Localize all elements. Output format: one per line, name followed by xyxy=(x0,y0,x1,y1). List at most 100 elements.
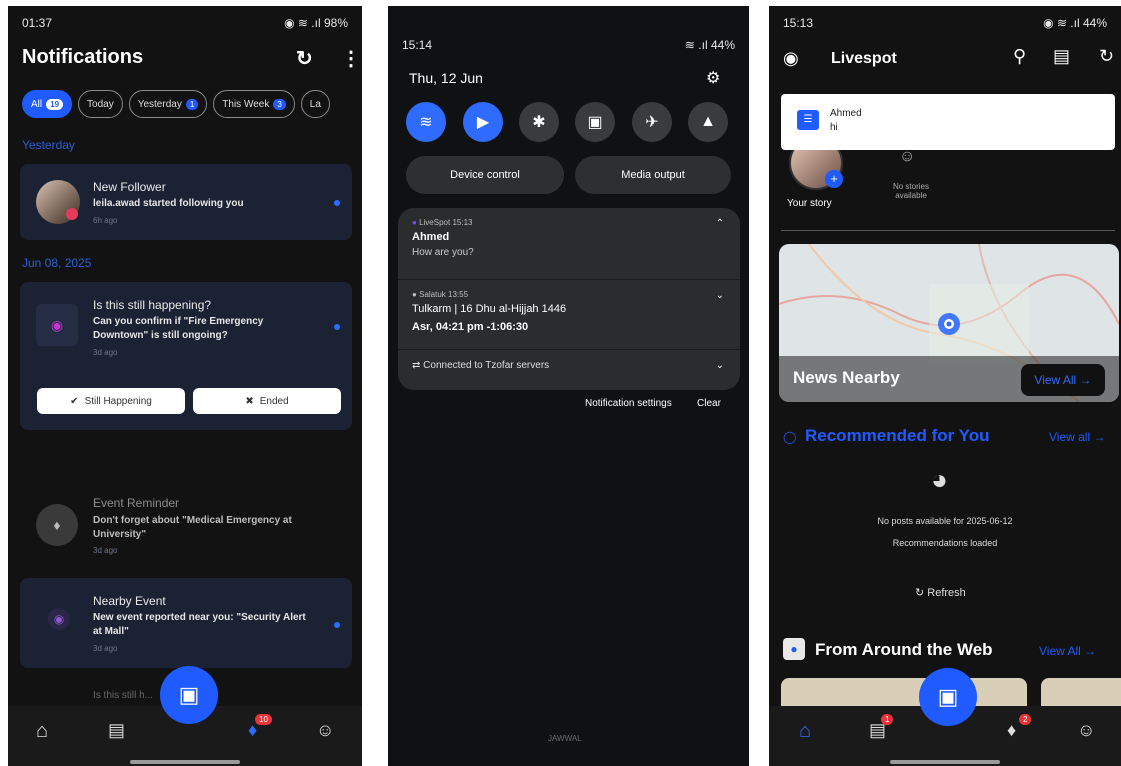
rotation-toggle[interactable]: ▣ xyxy=(575,102,615,142)
chat-badge: 1 xyxy=(881,714,894,725)
location-pin-icon: ◉ xyxy=(36,304,78,346)
flashlight-icon: ▲ xyxy=(700,113,716,130)
your-story-label: Your story xyxy=(787,198,832,209)
chip-last[interactable]: La xyxy=(300,90,330,118)
home-indicator xyxy=(130,760,240,764)
notification-body: Don't forget about "Medical Emergency at… xyxy=(93,515,292,540)
bell-badge: 2 xyxy=(1019,714,1032,725)
collapse-icon[interactable]: ⌃ xyxy=(716,218,724,229)
location-icon[interactable]: ◉ xyxy=(783,48,799,69)
salatuk-app-icon: ● xyxy=(412,290,417,299)
camera-button[interactable]: ▣ xyxy=(160,666,218,724)
loaded-label: Recommendations loaded xyxy=(892,538,998,548)
media-output-button[interactable]: Media output xyxy=(575,156,731,194)
notification-tzofar[interactable]: ⇄ Connected to Tzofar servers ⌄ xyxy=(398,350,740,390)
notification-time: 3d ago xyxy=(93,348,118,357)
wifi-icon: ≋ xyxy=(419,114,433,131)
notification-time: 3d ago xyxy=(93,546,118,555)
news-nearby-title: News Nearby xyxy=(793,368,900,387)
flashlight-toggle[interactable]: ▲ xyxy=(688,102,728,142)
camera-button[interactable]: ▣ xyxy=(919,668,977,726)
chip-yesterday[interactable]: Yesterday 1 xyxy=(128,90,208,118)
web-card[interactable] xyxy=(1041,678,1121,708)
news-view-all-button[interactable]: View All → xyxy=(1021,364,1105,396)
home-icon[interactable]: ⌂ xyxy=(36,720,48,743)
notification-salatuk[interactable]: ● Salatuk 13:55 Tulkarm | 16 Dhu al-Hijj… xyxy=(398,280,740,350)
notification-body: New event reported near you: "Security A… xyxy=(93,612,306,637)
airplane-toggle[interactable]: ✈ xyxy=(632,102,672,142)
home-icon[interactable]: ⌂ xyxy=(799,720,811,743)
sync-icon: ⇄ xyxy=(412,360,421,371)
app-title: Livespot xyxy=(831,50,897,67)
notification-livespot[interactable]: ● LiveSpot 15:13 Ahmed How are you? ⌃ xyxy=(398,208,740,280)
people-icon: ☺ xyxy=(899,148,916,165)
clear-button[interactable]: Clear xyxy=(697,398,721,409)
notification-body: leila.awad started following you xyxy=(93,198,244,209)
notification-title: Is this still h... xyxy=(93,690,154,701)
notification-title: Nearby Event xyxy=(93,594,166,608)
refresh-icon: ↻ xyxy=(915,587,925,599)
news-map[interactable]: News Nearby View All → xyxy=(779,244,1119,402)
notification-title: Ahmed xyxy=(412,231,450,243)
notification-card[interactable]: ♦ Event Reminder Don't forget about "Med… xyxy=(20,484,352,570)
chip-this-week[interactable]: This Week 3 xyxy=(213,90,295,118)
refresh-button[interactable]: ↻ Refresh xyxy=(915,586,966,599)
device-control-button[interactable]: Device control xyxy=(406,156,564,194)
chip-today[interactable]: Today xyxy=(78,90,123,118)
web-view-all[interactable]: View All → xyxy=(1039,644,1096,658)
sound-toggle[interactable]: ▶ xyxy=(463,102,503,142)
globe-icon: ● xyxy=(783,638,805,660)
add-story-icon[interactable]: + xyxy=(825,170,843,188)
chip-all[interactable]: All 19 xyxy=(22,90,73,118)
unread-dot xyxy=(334,200,340,206)
chat-icon[interactable]: ▤ xyxy=(108,720,125,741)
status-bar: 15:14 ≋ .ıl 44% xyxy=(388,28,749,62)
more-icon[interactable]: ⋮ xyxy=(341,46,361,71)
web-title: From Around the Web xyxy=(815,640,993,659)
recommended-title: Recommended for You xyxy=(805,426,990,445)
search-icon[interactable]: ⚲ xyxy=(1013,46,1026,67)
empty-posts-label: No posts available for 2025-06-12 xyxy=(877,516,1013,526)
recommended-view-all[interactable]: View all → xyxy=(1049,430,1105,444)
follow-badge-icon xyxy=(66,208,78,220)
empty-icon: ◕ xyxy=(931,464,948,495)
status-battery: ◉ ≋ .ıl 44% xyxy=(1043,16,1107,30)
message-icon: ☰ xyxy=(797,110,819,130)
expand-icon[interactable]: ⌄ xyxy=(716,360,724,371)
notification-card[interactable]: New Follower leila.awad started followin… xyxy=(20,164,352,240)
message-toast[interactable]: ☰ Ahmed hi xyxy=(781,94,1115,150)
refresh-icon[interactable]: ↻ xyxy=(1099,46,1114,67)
livespot-app-icon: ● xyxy=(412,218,417,227)
expand-icon[interactable]: ⌄ xyxy=(716,290,724,301)
notification-title: Event Reminder xyxy=(93,496,180,510)
wifi-toggle[interactable]: ≋ xyxy=(406,102,446,142)
web-card[interactable] xyxy=(781,678,1027,708)
ended-button[interactable]: ✖ Ended xyxy=(193,388,341,414)
refresh-icon[interactable]: ↻ xyxy=(296,46,313,71)
settings-icon[interactable]: ⚙ xyxy=(706,68,720,88)
section-yesterday: Yesterday xyxy=(22,138,75,152)
status-time: 15:13 xyxy=(783,16,814,30)
notification-card[interactable]: ◉ Nearby Event New event reported near y… xyxy=(20,578,352,668)
notification-group: ● LiveSpot 15:13 Ahmed How are you? ⌃ ● … xyxy=(398,208,740,390)
status-bar: 01:37 ◉ ≋ .ıl 98% xyxy=(8,6,362,40)
lock-icon: ▣ xyxy=(587,114,603,131)
profile-icon[interactable]: ☺ xyxy=(316,720,334,741)
speaker-icon: ▶ xyxy=(476,114,490,131)
calendar-icon[interactable]: ▤ xyxy=(1053,46,1070,67)
profile-icon[interactable]: ☺ xyxy=(1077,720,1095,741)
check-icon: ✔ xyxy=(70,395,79,407)
bluetooth-toggle[interactable]: ✱ xyxy=(519,102,559,142)
status-time: 15:14 xyxy=(402,38,433,52)
carrier-label: JAWWAL xyxy=(548,734,582,743)
toast-sender: Ahmed xyxy=(830,108,862,119)
still-happening-button[interactable]: ✔ Still Happening xyxy=(37,388,185,414)
bell-icon[interactable]: ♦ xyxy=(1007,720,1016,741)
notification-settings-button[interactable]: Notification settings xyxy=(585,398,672,409)
location-pin-icon: ◉ xyxy=(48,608,70,630)
notification-title: New Follower xyxy=(93,180,166,194)
notifications-screen: 01:37 ◉ ≋ .ıl 98% Notifications ↻ ⋮ All 1… xyxy=(8,6,362,766)
page-title: Notifications xyxy=(22,46,144,68)
notification-card[interactable]: ◉ Is this still happening? Can you confi… xyxy=(20,282,352,430)
unread-dot xyxy=(334,324,340,330)
